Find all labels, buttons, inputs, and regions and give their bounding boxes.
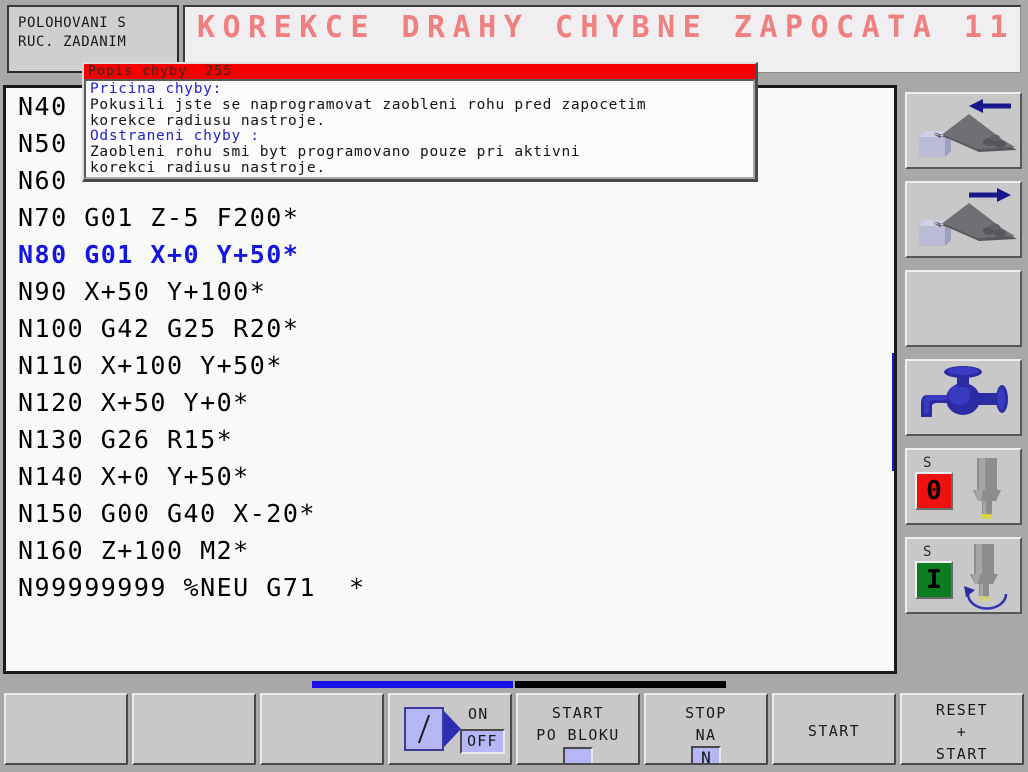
nc-program-line[interactable]: N99999999 %NEU G71 * <box>6 569 894 606</box>
softkey-8-line-2: + <box>956 723 968 741</box>
softkey-page-indicator-active <box>312 681 513 688</box>
softkey-3-blank[interactable] <box>260 693 384 765</box>
toggle-off-label[interactable]: OFF <box>460 729 505 754</box>
operating-mode-line-2: RUC. ZADANIM <box>18 34 127 50</box>
error-dialog-body: Pricina chyby: Pokusili jste se naprogram… <box>84 79 755 179</box>
softkey-5-swatch <box>563 747 593 763</box>
error-description-dialog[interactable]: Popis chyby 255 Pricina chyby: Pokusili j… <box>82 62 758 182</box>
error-dialog-titlebar: Popis chyby 255 <box>84 64 755 79</box>
faucet-icon <box>921 366 1008 417</box>
slash-glyph <box>417 714 431 744</box>
nc-program-line[interactable]: N120 X+50 Y+0* <box>6 384 894 421</box>
nc-program-line[interactable]: N130 G26 R15* <box>6 421 894 458</box>
conveyor-arrow-right-icon <box>919 188 1017 246</box>
nc-program-line[interactable]: N70 G01 Z-5 F200* <box>6 199 894 236</box>
spindle-stop-indicator: 0 <box>915 472 953 510</box>
conveyor-arrow-left-icon <box>919 99 1017 157</box>
softkey-8-line-3: START <box>935 745 989 763</box>
nc-program-line[interactable]: N160 Z+100 M2* <box>6 532 894 569</box>
spindle-tool-icon <box>973 458 1001 519</box>
spindle-start-indicator: I <box>915 561 953 599</box>
arrow-right-icon <box>444 711 461 747</box>
softkey-8-line-1: RESET <box>935 701 989 719</box>
nc-program-line[interactable]: N80 G01 X+0 Y+50* <box>6 236 894 273</box>
softkey-5-line-1: START <box>551 704 605 722</box>
error-dialog-line: korekce radiusu nastroje. <box>90 112 326 129</box>
nc-program-line[interactable]: N110 X+100 Y+50* <box>6 347 894 384</box>
cnc-control-screen: POLOHOVANI S RUC. ZADANIM KOREKCE DRAHY … <box>0 0 1028 772</box>
vertical-softkey-column: S 0 S I <box>899 85 1028 674</box>
error-dialog-line: Pricina chyby: <box>90 81 223 97</box>
nc-program-line[interactable]: N100 G42 G25 R20* <box>6 310 894 347</box>
error-dialog-line: Zaobleni rohu smi byt programovano pouze… <box>90 144 581 161</box>
error-dialog-line: korekci radiusu nastroje. <box>90 159 326 176</box>
spindle-rotation-icon <box>964 544 1008 610</box>
block-skip-icon <box>404 707 444 751</box>
toggle-on-label[interactable]: ON <box>468 705 488 723</box>
softkey-spindle-stop[interactable]: S 0 <box>905 448 1022 525</box>
softkey-7-start[interactable]: START <box>772 693 896 765</box>
softkey-page-indicator-inactive <box>515 681 726 688</box>
softkey-blank[interactable] <box>905 270 1022 347</box>
softkey-5-line-2: PO BLOKU <box>536 726 620 744</box>
softkey-coolant-on[interactable] <box>905 359 1022 436</box>
softkey-7-line-1: START <box>807 722 861 740</box>
nc-program-line[interactable]: N140 X+0 Y+50* <box>6 458 894 495</box>
nc-program-line[interactable]: N150 G00 G40 X-20* <box>6 495 894 532</box>
error-dialog-line: Odstraneni chyby : <box>90 128 260 145</box>
spindle-stop-letter: S <box>923 455 932 471</box>
error-title-text: KOREKCE DRAHY CHYBNE ZAPOCATA 11 <box>197 10 1015 45</box>
program-scrollbar-thumb[interactable] <box>892 353 894 471</box>
softkey-4-block-skip-toggle[interactable]: ON OFF <box>388 693 512 765</box>
softkey-8-reset-start[interactable]: RESET + START <box>900 693 1024 765</box>
softkey-2-blank[interactable] <box>132 693 256 765</box>
softkey-6-stop-at-block[interactable]: STOP NA N <box>644 693 768 765</box>
softkey-chip-conveyor-forward[interactable] <box>905 181 1022 258</box>
softkey-6-box-char: N <box>691 746 721 763</box>
softkey-chip-conveyor-reverse[interactable] <box>905 92 1022 169</box>
softkey-5-start-single-block[interactable]: START PO BLOKU <box>516 693 640 765</box>
spindle-start-letter: S <box>923 544 932 560</box>
softkey-6-line-1: STOP <box>685 704 727 722</box>
softkey-6-line-2: NA <box>695 726 717 744</box>
softkey-1-blank[interactable] <box>4 693 128 765</box>
softkey-spindle-start[interactable]: S I <box>905 537 1022 614</box>
operating-mode-line-1: POLOHOVANI S <box>18 15 127 31</box>
nc-program-line[interactable]: N90 X+50 Y+100* <box>6 273 894 310</box>
error-dialog-line: Pokusili jste se naprogramovat zaobleni … <box>90 96 647 113</box>
